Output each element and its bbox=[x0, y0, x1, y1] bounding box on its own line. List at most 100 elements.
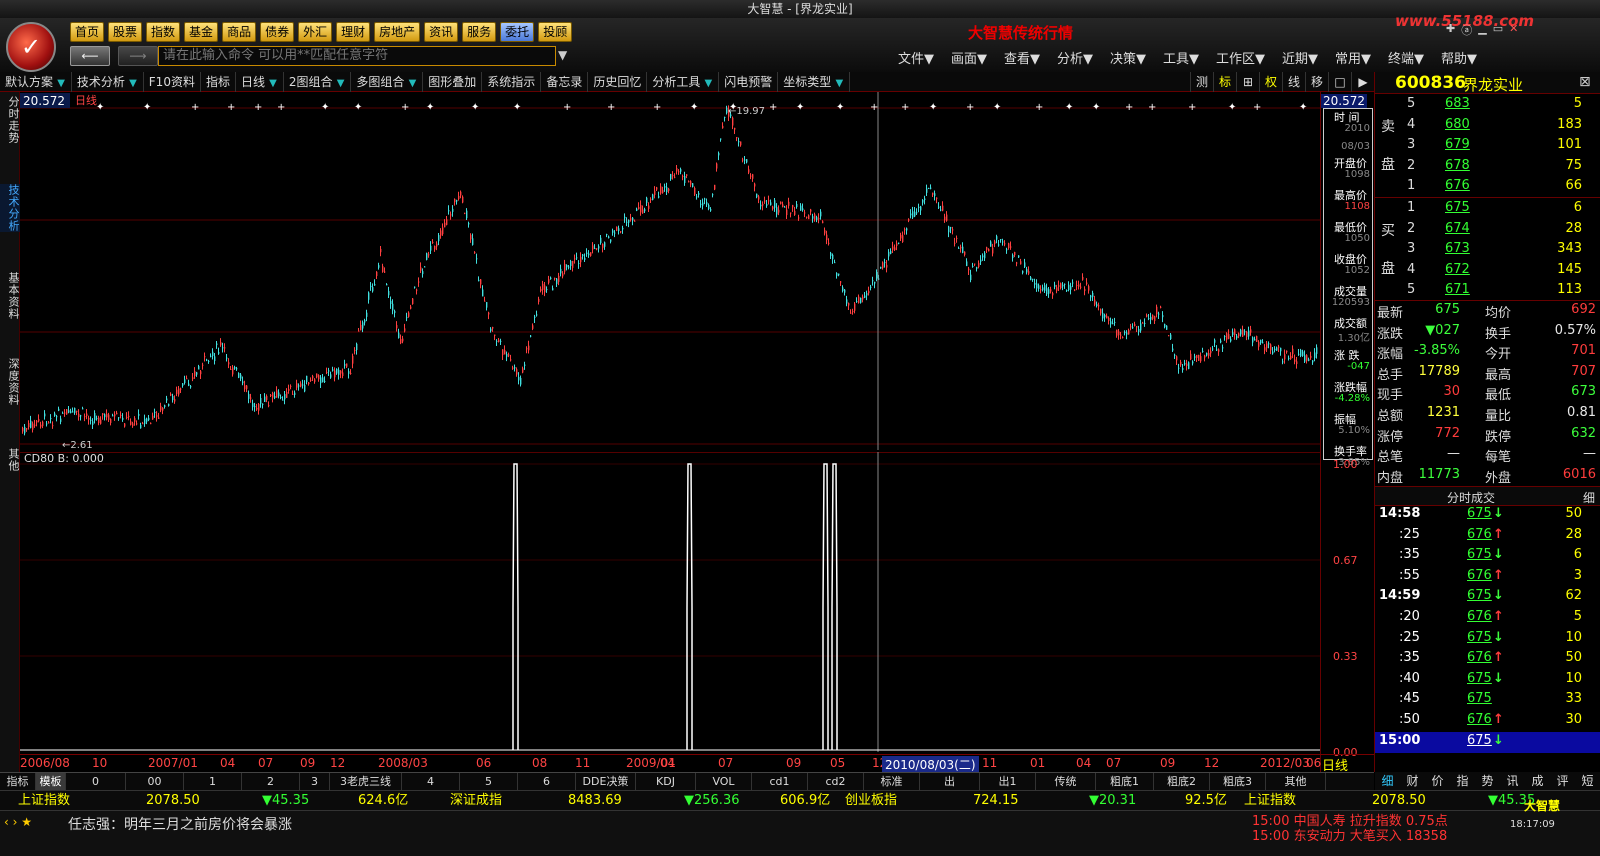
menu-item-7[interactable]: 近期▼ bbox=[1282, 48, 1318, 67]
nav-button-9[interactable]: 资讯 bbox=[424, 22, 459, 42]
buy-price[interactable]: 672 bbox=[1445, 262, 1470, 277]
indicator-tab-13[interactable]: VOL bbox=[696, 773, 752, 791]
toolbar-item-7[interactable]: 图形叠加 bbox=[423, 72, 483, 92]
buy-price[interactable]: 673 bbox=[1445, 241, 1470, 256]
left-nav-item-3[interactable]: 深度资料 bbox=[0, 358, 20, 406]
toolbar-item-5[interactable]: 2图组合 ▼ bbox=[284, 72, 352, 92]
menu-item-9[interactable]: 终端▼ bbox=[1388, 48, 1424, 67]
sell-price[interactable]: 683 bbox=[1445, 96, 1470, 111]
menu-item-6[interactable]: 工作区▼ bbox=[1216, 48, 1265, 67]
toolbar-item-13[interactable]: 坐标类型 ▼ bbox=[778, 72, 851, 92]
tick-price[interactable]: 676 bbox=[1467, 712, 1492, 727]
ticker-chg[interactable]: ▼20.31 bbox=[1089, 791, 1136, 811]
tick-price[interactable]: 676 bbox=[1467, 650, 1492, 665]
indicator-tab-2[interactable]: 0 bbox=[66, 773, 126, 791]
nav-button-10[interactable]: 服务 bbox=[462, 22, 497, 42]
buy-price[interactable]: 671 bbox=[1445, 282, 1470, 297]
indicator-tab-18[interactable]: 出1 bbox=[980, 773, 1036, 791]
toolbar-right-btn-7[interactable]: ▶ bbox=[1351, 72, 1374, 92]
app-logo-icon[interactable]: ✓ bbox=[6, 22, 56, 72]
menu-item-8[interactable]: 常用▼ bbox=[1335, 48, 1371, 67]
toolbar-right-btn-6[interactable]: □ bbox=[1328, 72, 1351, 92]
indicator-tab-8[interactable]: 4 bbox=[402, 773, 460, 791]
indicator-tab-4[interactable]: 1 bbox=[184, 773, 242, 791]
indicator-tab-7[interactable]: 3老虎三线 bbox=[330, 773, 402, 791]
command-input[interactable]: 请在此输入命令 可以用**匹配任意字符 bbox=[158, 46, 556, 66]
ticker-name[interactable]: 创业板指 bbox=[845, 791, 897, 811]
panel-tab-3[interactable]: 指 bbox=[1450, 772, 1475, 790]
indicator-tab-19[interactable]: 传统 bbox=[1036, 773, 1096, 791]
menu-item-1[interactable]: 画面▼ bbox=[951, 48, 987, 67]
toolbar-item-6[interactable]: 多图组合 ▼ bbox=[351, 72, 424, 92]
buy-price[interactable]: 675 bbox=[1445, 200, 1470, 215]
tick-price[interactable]: 675 bbox=[1467, 588, 1492, 603]
indicator-tab-9[interactable]: 5 bbox=[460, 773, 518, 791]
toolbar-item-1[interactable]: 技术分析 ▼ bbox=[72, 72, 144, 92]
nav-button-12[interactable]: 投顾 bbox=[538, 22, 573, 42]
indicator-tab-23[interactable]: 其他 bbox=[1266, 773, 1326, 791]
command-dropdown-icon[interactable]: ▼ bbox=[558, 48, 567, 62]
toolbar-item-3[interactable]: 指标 bbox=[201, 72, 236, 92]
ticker-price[interactable]: 2078.50 bbox=[146, 791, 200, 811]
toolbar-item-8[interactable]: 系统指示 bbox=[482, 72, 542, 92]
sell-price[interactable]: 679 bbox=[1445, 137, 1470, 152]
indicator-tab-14[interactable]: cd1 bbox=[752, 773, 808, 791]
toolbar-right-btn-3[interactable]: 权 bbox=[1259, 72, 1282, 92]
toolbar-item-12[interactable]: 闪电预警 bbox=[719, 72, 779, 92]
ticker-chg[interactable]: ▼45.35 bbox=[262, 791, 309, 811]
indicator-tab-5[interactable]: 2 bbox=[242, 773, 300, 791]
indicator-chart[interactable]: CD80 B: 0.000 bbox=[20, 451, 1320, 752]
indicator-tab-1[interactable]: 模板 bbox=[36, 773, 66, 791]
indicator-tab-10[interactable]: 6 bbox=[518, 773, 576, 791]
ticker-chg[interactable]: ▼256.36 bbox=[684, 791, 740, 811]
sell-price[interactable]: 678 bbox=[1445, 158, 1470, 173]
indicator-tab-3[interactable]: 00 bbox=[126, 773, 184, 791]
news-nav-icon[interactable]: ‹ › ★ bbox=[4, 815, 32, 829]
news-headline[interactable]: 任志强：明年三月之前房价将会暴涨 bbox=[68, 814, 292, 834]
toolbar-item-4[interactable]: 日线 ▼ bbox=[236, 72, 284, 92]
panel-tab-8[interactable]: 短 bbox=[1575, 772, 1600, 790]
menu-item-3[interactable]: 分析▼ bbox=[1057, 48, 1093, 67]
pin-icon[interactable]: ✚ bbox=[1446, 22, 1455, 38]
tick-price[interactable]: 675 bbox=[1467, 506, 1492, 521]
panel-tab-7[interactable]: 评 bbox=[1550, 772, 1575, 790]
tick-price[interactable]: 675 bbox=[1467, 630, 1492, 645]
panel-tab-0[interactable]: 细 bbox=[1375, 772, 1400, 790]
nav-button-3[interactable]: 基金 bbox=[184, 22, 219, 42]
indicator-tab-17[interactable]: 出 bbox=[920, 773, 980, 791]
nav-button-0[interactable]: 首页 bbox=[70, 22, 105, 42]
indicator-tab-0[interactable]: 指标 bbox=[0, 773, 36, 791]
toolbar-item-9[interactable]: 备忘录 bbox=[541, 72, 589, 92]
ticker-price[interactable]: 2078.50 bbox=[1372, 791, 1426, 811]
tick-price[interactable]: 675 bbox=[1467, 733, 1492, 748]
indicator-tab-15[interactable]: cd2 bbox=[808, 773, 864, 791]
toolbar-right-btn-0[interactable]: 测 bbox=[1190, 72, 1213, 92]
panel-tab-2[interactable]: 价 bbox=[1425, 772, 1450, 790]
tick-price[interactable]: 675 bbox=[1467, 547, 1492, 562]
tick-price[interactable]: 676 bbox=[1467, 527, 1492, 542]
price-chart[interactable]: ✦ ✦ + + + + ✦ ✦ + ✦ ✦ ✦ + + + ✦ ✦ + ✦ ✦ + + ✦ + ✦ + ✦ ✦ + + + ✦ + ✦ 20.572… bbox=[20, 92, 1320, 451]
panel-tab-1[interactable]: 财 bbox=[1400, 772, 1425, 790]
menu-item-2[interactable]: 查看▼ bbox=[1004, 48, 1040, 67]
menu-item-4[interactable]: 决策▼ bbox=[1110, 48, 1146, 67]
sell-price[interactable]: 680 bbox=[1445, 117, 1470, 132]
indicator-tab-6[interactable]: 3 bbox=[300, 773, 330, 791]
ticker-name[interactable]: 深证成指 bbox=[450, 791, 502, 811]
left-nav-item-4[interactable]: 其他 bbox=[0, 448, 20, 472]
tick-price[interactable]: 676 bbox=[1467, 568, 1492, 583]
close-panel-icon[interactable]: ⊠ bbox=[1579, 74, 1591, 90]
ticker-name[interactable]: 上证指数 bbox=[18, 791, 70, 811]
close-icon[interactable]: ✕ bbox=[1509, 22, 1518, 38]
nav-button-2[interactable]: 指数 bbox=[146, 22, 181, 42]
back-button[interactable]: ⟵ bbox=[70, 46, 110, 66]
indicator-tab-12[interactable]: KDJ bbox=[636, 773, 696, 791]
help-icon[interactable]: ⓐ bbox=[1461, 22, 1472, 38]
tick-price[interactable]: 676 bbox=[1467, 609, 1492, 624]
ticker-name[interactable]: 上证指数 bbox=[1244, 791, 1296, 811]
toolbar-item-2[interactable]: F10资料 bbox=[144, 72, 201, 92]
buy-price[interactable]: 674 bbox=[1445, 221, 1470, 236]
ticker-amt[interactable]: 624.6亿 bbox=[358, 791, 408, 811]
left-nav-item-2[interactable]: 基本资料 bbox=[0, 272, 20, 320]
nav-button-8[interactable]: 房地产 bbox=[374, 22, 421, 42]
toolbar-right-btn-5[interactable]: 移 bbox=[1305, 72, 1328, 92]
